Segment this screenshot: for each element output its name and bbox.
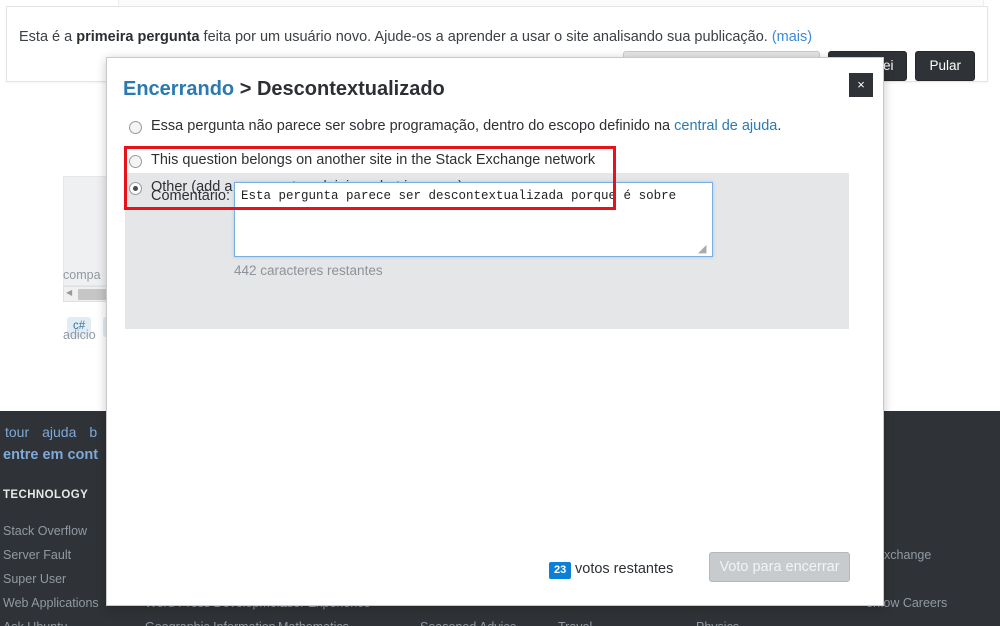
close-question-modal: × Encerrando > Descontextualizado Essa p…	[106, 57, 884, 606]
footer-site-link[interactable]: Stack Overflow	[3, 519, 99, 543]
skip-button[interactable]: Pular	[915, 51, 975, 81]
footer-category-technology: TECHNOLOGY	[3, 489, 89, 501]
post-meta-share[interactable]: compa	[63, 268, 101, 282]
footer-site-link[interactable]: Mathematics	[278, 615, 370, 626]
footer-site-link[interactable]: Web Applications	[3, 591, 99, 615]
footer-column-1: Stack Overflow Server Fault Super User W…	[3, 519, 99, 626]
footer-link-ajuda[interactable]: ajuda	[42, 424, 76, 440]
footer-site-link[interactable]: Server Fault	[3, 543, 99, 567]
option-row-belongs-other-site[interactable]: This question belongs on another site in…	[129, 152, 595, 168]
option-label-belongs-other-site: This question belongs on another site in…	[151, 152, 596, 168]
help-center-link[interactable]: central de ajuda	[674, 118, 777, 134]
radio-belongs-other-site[interactable]	[129, 155, 142, 168]
footer-site-link[interactable]: Super User	[3, 567, 99, 591]
breadcrumb-link-encerrando[interactable]: Encerrando	[123, 78, 234, 100]
footer-column-4: Physics	[696, 615, 739, 626]
footer-link-blog[interactable]: b	[89, 424, 97, 440]
characters-remaining: 442 caracteres restantes	[234, 263, 383, 278]
comment-label: Comentário:	[151, 188, 230, 204]
radio-off-topic[interactable]	[129, 121, 142, 134]
modal-title: Encerrando > Descontextualizado	[123, 78, 445, 101]
option-label-off-topic: Essa pergunta não parece ser sobre progr…	[151, 118, 782, 134]
footer-site-link[interactable]: Ask Ubuntu	[3, 615, 99, 626]
radio-other[interactable]	[129, 182, 142, 195]
submit-close-vote-button[interactable]: Voto para encerrar	[709, 552, 850, 582]
footer-site-link[interactable]: Seasoned Advice	[420, 615, 517, 626]
screen-root: {0, 0, 0, 1, 1, 1},//Bank type 5 {0, 0, …	[0, 0, 1000, 626]
footer-contact-link[interactable]: entre em cont	[3, 447, 98, 463]
post-meta-add[interactable]: adicio	[63, 328, 96, 342]
option-row-off-topic[interactable]: Essa pergunta não parece ser sobre progr…	[129, 118, 781, 134]
notice-more-link[interactable]: (mais)	[772, 29, 812, 45]
close-icon[interactable]: ×	[849, 73, 873, 97]
breadcrumb-separator: >	[234, 78, 257, 100]
post-column: c# v compa adicio	[0, 90, 125, 410]
footer-column-2b: Seasoned Advice	[420, 615, 517, 626]
notice-message: Esta é a primeira pergunta feita por um …	[19, 29, 813, 45]
breadcrumb-current: Descontextualizado	[256, 78, 445, 100]
footer-site-link[interactable]: Travel	[558, 615, 592, 626]
footer-column-3b: Travel	[558, 615, 592, 626]
votes-remaining-badge: 23	[549, 562, 572, 579]
comment-input[interactable]	[234, 182, 713, 257]
votes-remaining-label: votos restantes	[575, 561, 674, 577]
footer-top-links: tour ajuda b	[5, 424, 110, 440]
footer-link-tour[interactable]: tour	[5, 424, 29, 440]
footer-site-link[interactable]: Physics	[696, 615, 739, 626]
other-option-panel: Other (add a comment explaining what is …	[125, 173, 849, 329]
footer-site-link[interactable]: Geographic Information	[145, 615, 287, 626]
